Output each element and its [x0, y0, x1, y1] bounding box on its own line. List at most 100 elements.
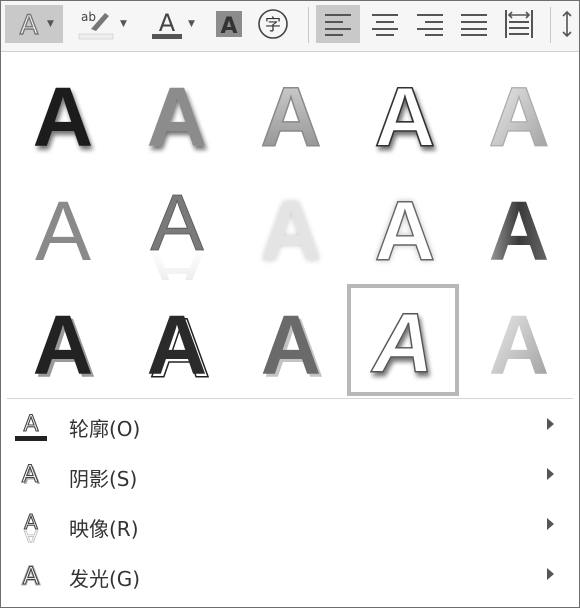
effect-preview: A — [489, 184, 550, 276]
svg-text:A: A — [375, 70, 436, 162]
effect-style-gray-plain[interactable]: A — [9, 174, 117, 282]
menu-item-glow[interactable]: A A 发光(G) — [1, 551, 579, 601]
svg-text:A: A — [261, 298, 322, 390]
menu-item-label: 阴影(S) — [69, 467, 138, 491]
outline-letter-icon: A — [15, 411, 47, 441]
svg-text:A: A — [22, 460, 39, 488]
effect-preview: A — [33, 70, 94, 162]
align-center-button[interactable] — [363, 5, 407, 43]
glow-letter-icon: A A — [21, 561, 41, 592]
effect-preview: A — [370, 295, 434, 388]
enclosed-character-icon: 字 — [258, 9, 288, 39]
menu-item-reflection[interactable]: A A 映像(R) — [1, 501, 579, 551]
line-spacing-button[interactable] — [557, 5, 577, 43]
effect-preview: A — [489, 298, 550, 390]
effect-preview: A A — [147, 298, 211, 390]
submenu-arrow-icon — [547, 418, 554, 430]
menu-item-shadow[interactable]: A A 阴影(S) — [1, 451, 579, 501]
effect-style-gray-soft[interactable]: A — [123, 60, 231, 168]
align-right-icon — [417, 14, 443, 36]
justify-icon — [461, 14, 487, 36]
chevron-down-icon: ▼ — [188, 19, 195, 29]
justify-button[interactable] — [452, 5, 496, 43]
chevron-down-icon: ▼ — [47, 19, 54, 29]
svg-text:A: A — [147, 70, 208, 162]
highlight-color-button[interactable]: ab ▼ — [71, 5, 133, 43]
menu-item-label: 轮廓(O) — [69, 417, 141, 441]
toolbar-separator — [550, 7, 551, 43]
effect-style-light-bevel[interactable]: A — [465, 60, 573, 168]
font-color-icon: A — [152, 9, 183, 39]
submenu-arrow-icon — [547, 518, 554, 530]
effect-preview: A A — [33, 298, 97, 390]
menu-item-label: 发光(G) — [69, 567, 141, 591]
effect-style-outline-selected[interactable]: A — [347, 284, 459, 396]
shadow-letter-icon: A A — [21, 459, 41, 490]
effect-preview: A A — [261, 298, 325, 390]
effect-preview: A A — [150, 178, 205, 280]
submenu-arrow-icon — [547, 568, 554, 580]
svg-text:A: A — [33, 298, 94, 390]
menu-divider — [7, 398, 573, 399]
effect-style-black-shadow[interactable]: A — [9, 60, 117, 168]
svg-text:A: A — [35, 184, 91, 276]
svg-text:A: A — [23, 562, 40, 590]
align-left-icon — [325, 14, 351, 36]
align-right-button[interactable] — [408, 5, 452, 43]
svg-text:A: A — [371, 296, 434, 388]
svg-text:A: A — [489, 184, 550, 276]
character-shading-button[interactable]: A — [211, 5, 247, 43]
effect-preview: A — [147, 70, 208, 162]
svg-text:A: A — [159, 9, 176, 37]
character-shading-icon: A — [216, 11, 242, 39]
effect-style-outline-white[interactable]: A — [351, 174, 459, 282]
formatting-toolbar: A ▼ ab ▼ A ▼ A 字 — [1, 1, 579, 52]
svg-text:A: A — [261, 184, 322, 276]
effect-style-light-gradient[interactable]: A — [465, 288, 573, 396]
svg-text:A: A — [261, 70, 322, 162]
svg-text:A: A — [33, 70, 94, 162]
align-left-button[interactable] — [316, 5, 360, 43]
effect-preview: A — [260, 69, 322, 162]
text-effects-gallery: A A A A A A A A A A A A A A A A A A A — [1, 52, 579, 398]
effect-style-light-glow[interactable]: A — [237, 174, 345, 282]
svg-text:A: A — [489, 298, 550, 390]
svg-text:A: A — [23, 412, 38, 437]
highlight-icon: ab — [78, 10, 114, 40]
menu-item-label: 映像(R) — [69, 517, 139, 541]
effect-preview: A — [374, 69, 436, 162]
effect-preview: A — [35, 184, 91, 276]
svg-text:A: A — [220, 14, 237, 39]
svg-text:A: A — [20, 10, 39, 39]
toolbar-separator — [308, 7, 309, 43]
effect-style-gray-3d[interactable]: A A — [237, 288, 345, 396]
menu-item-outline[interactable]: A 轮廓(O) — [1, 401, 579, 451]
text-effects-dropdown: A ▼ ab ▼ A ▼ A 字 A A A A A A A A A A A A… — [0, 0, 580, 608]
svg-text:A: A — [375, 184, 436, 276]
effect-preview: A — [261, 184, 322, 276]
svg-text:A: A — [24, 526, 38, 543]
effect-style-black-3d-outline[interactable]: A A — [123, 288, 231, 396]
effect-style-black-3d[interactable]: A A — [9, 288, 117, 396]
svg-text:A: A — [147, 298, 208, 390]
line-spacing-icon — [562, 10, 572, 38]
text-effects-icon: A — [19, 9, 39, 39]
effect-style-gray-reflection[interactable]: A A — [123, 174, 231, 282]
svg-text:A: A — [150, 235, 204, 280]
effect-style-outline-shadow[interactable]: A — [351, 60, 459, 168]
distributed-icon — [505, 10, 533, 38]
effect-style-dark-gradient[interactable]: A — [465, 174, 573, 282]
align-center-icon — [372, 14, 398, 36]
submenu-arrow-icon — [547, 468, 554, 480]
effect-style-gray-bevel[interactable]: A — [237, 60, 345, 168]
svg-text:A: A — [489, 70, 550, 162]
font-color-button[interactable]: A ▼ — [141, 5, 203, 43]
reflection-letter-icon: A A — [24, 509, 39, 543]
effect-preview: A — [488, 69, 550, 162]
distributed-button[interactable] — [497, 5, 541, 43]
chevron-down-icon: ▼ — [120, 19, 127, 29]
svg-text:ab: ab — [81, 10, 96, 24]
effect-preview: A — [374, 183, 436, 276]
enclose-characters-button[interactable]: 字 — [253, 5, 293, 43]
text-effects-button[interactable]: A ▼ — [5, 5, 63, 43]
